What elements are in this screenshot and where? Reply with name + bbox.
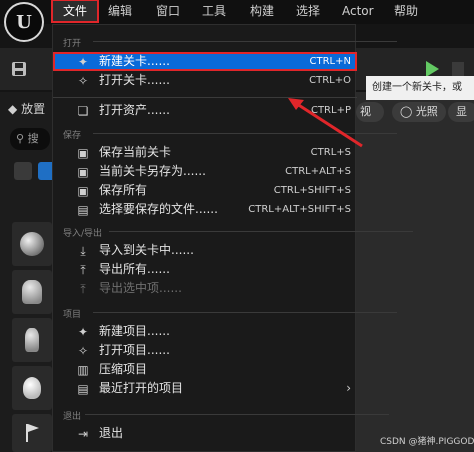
menu-item-label: 打开资产...... (99, 103, 170, 117)
menu-build[interactable]: 构建 (250, 0, 274, 22)
lighting-label: 光照 (415, 105, 438, 118)
pawn-tile[interactable] (12, 318, 52, 362)
menu-save-all[interactable]: ▣ 保存所有 CTRL+SHIFT+S (53, 181, 357, 200)
separator (93, 41, 397, 42)
menu-import-into-level[interactable]: ⤓ 导入到关卡中...... (53, 241, 357, 260)
menu-help[interactable]: 帮助 (394, 0, 418, 22)
import-icon: ⤓ (80, 244, 86, 258)
new-level-icon: ✦ (77, 55, 89, 69)
sphere-icon (20, 232, 44, 256)
place-text: 放置 (21, 102, 46, 116)
light-tile[interactable] (12, 366, 52, 410)
menu-item-shortcut: CTRL+O (309, 75, 351, 86)
menu-new-project[interactable]: ✦ 新建项目...... (53, 322, 357, 341)
menu-item-shortcut: CTRL+ALT+SHIFT+S (248, 204, 351, 215)
viewport-lighting-button[interactable]: ◯ 光照 (392, 102, 446, 122)
menu-file[interactable]: 文件 (51, 0, 99, 23)
menu-item-label: 新建关卡...... (99, 54, 170, 68)
sphere-tile[interactable] (12, 222, 52, 266)
menu-tools[interactable]: 工具 (202, 0, 226, 22)
open-asset-icon: ❏ (77, 104, 89, 118)
filter-icons (14, 162, 56, 180)
menubar: 文件 编辑 窗口 工具 构建 选择 Actor 帮助 (0, 0, 474, 24)
menu-item-label: 保存所有 (99, 183, 148, 197)
section-open: 打开 (63, 39, 82, 49)
player-start-tile[interactable] (12, 414, 52, 452)
menu-item-label: 当前关卡另存为...... (99, 164, 206, 178)
menu-item-shortcut: CTRL+SHIFT+S (273, 185, 351, 196)
menu-select[interactable]: 选择 (296, 0, 320, 22)
menu-zip-project[interactable]: ▥ 压缩项目 (53, 360, 357, 379)
menu-actor[interactable]: Actor (342, 0, 374, 22)
menu-item-label: 退出 (99, 426, 124, 440)
export-selected-icon: ⤒ (80, 282, 86, 296)
menu-exit[interactable]: ⇥ 退出 (53, 424, 357, 443)
submenu-arrow-icon: › (346, 381, 351, 395)
flag-icon (26, 424, 39, 442)
annotation-arrow-icon (288, 98, 363, 148)
menu-save-level-as[interactable]: ▣ 当前关卡另存为...... CTRL+ALT+S (53, 162, 357, 181)
lighting-icon: ◯ (400, 105, 413, 118)
menu-item-label: 打开项目...... (99, 343, 170, 357)
menu-new-level[interactable]: ✦ 新建关卡...... CTRL+N (53, 52, 357, 71)
file-menu-dropdown: 打开 ✦ 新建关卡...... CTRL+N ✧ 打开关卡...... CTRL… (52, 24, 413, 452)
save-as-icon: ▣ (77, 165, 89, 179)
character-tile[interactable] (12, 270, 52, 314)
menu-open-project[interactable]: ✧ 打开项目...... (53, 341, 357, 360)
recent-projects-icon: ▤ (77, 382, 89, 396)
separator (93, 312, 397, 313)
choose-files-icon: ▤ (77, 203, 89, 217)
menu-item-label: 新建项目...... (99, 324, 170, 338)
separator (85, 414, 389, 415)
search-placeholder: 搜 (27, 132, 39, 145)
section-save: 保存 (63, 131, 82, 141)
export-all-icon: ⤒ (80, 263, 86, 277)
menu-item-shortcut: CTRL+N (309, 56, 351, 67)
menu-item-label: 导入到关卡中...... (99, 243, 194, 257)
menu-item-label: 打开关卡...... (99, 73, 170, 87)
place-icon: ◆ (8, 102, 18, 116)
menu-item-label: 压缩项目 (99, 362, 148, 376)
menu-export-all[interactable]: ⤒ 导出所有...... (53, 260, 357, 279)
menu-window[interactable]: 窗口 (156, 0, 180, 22)
save-icon[interactable] (10, 60, 32, 82)
character-icon (22, 280, 42, 304)
menu-item-shortcut: CTRL+ALT+S (285, 166, 351, 177)
viewport (356, 92, 474, 452)
menu-item-label: 导出选中项...... (99, 281, 182, 295)
zip-project-icon: ▥ (77, 363, 89, 377)
new-level-tooltip: 创建一个新关卡，或 (366, 76, 474, 100)
save-all-icon: ▣ (77, 184, 89, 198)
open-project-icon: ✧ (77, 344, 89, 358)
search-icon: ⚲ (16, 132, 25, 145)
exit-icon: ⇥ (77, 427, 89, 441)
section-project: 项目 (63, 310, 82, 320)
menu-open-level[interactable]: ✧ 打开关卡...... CTRL+O (53, 71, 357, 90)
unreal-logo: U (4, 2, 44, 42)
section-exit: 退出 (63, 412, 82, 422)
menu-item-label: 选择要保存的文件...... (99, 202, 218, 216)
menu-choose-files-to-save[interactable]: ▤ 选择要保存的文件...... CTRL+ALT+SHIFT+S (53, 200, 357, 219)
separator (109, 231, 413, 232)
menu-item-label: 保存当前关卡 (99, 145, 172, 159)
light-icon (23, 377, 41, 399)
menu-export-selected: ⤒ 导出选中项...... (53, 279, 357, 298)
place-actors-label: ◆ 放置 (8, 100, 45, 117)
menu-edit[interactable]: 编辑 (108, 0, 132, 22)
logo-letter: U (16, 11, 32, 33)
menu-item-label: 最近打开的项目 (99, 381, 184, 395)
section-import-export: 导入/导出 (63, 229, 103, 239)
open-level-icon: ✧ (77, 74, 89, 88)
new-project-icon: ✦ (77, 325, 89, 339)
search-input[interactable]: ⚲ 搜 (10, 128, 50, 150)
save-icon: ▣ (77, 146, 89, 160)
watermark: CSDN @猪神.PIGGOD (380, 437, 474, 447)
menu-recent-projects[interactable]: ▤ 最近打开的项目 › (53, 379, 357, 398)
pawn-icon (25, 328, 39, 352)
menu-item-label: 导出所有...... (99, 262, 170, 276)
viewport-show-button[interactable]: 显 (448, 102, 474, 122)
recent-icon[interactable] (14, 162, 32, 180)
